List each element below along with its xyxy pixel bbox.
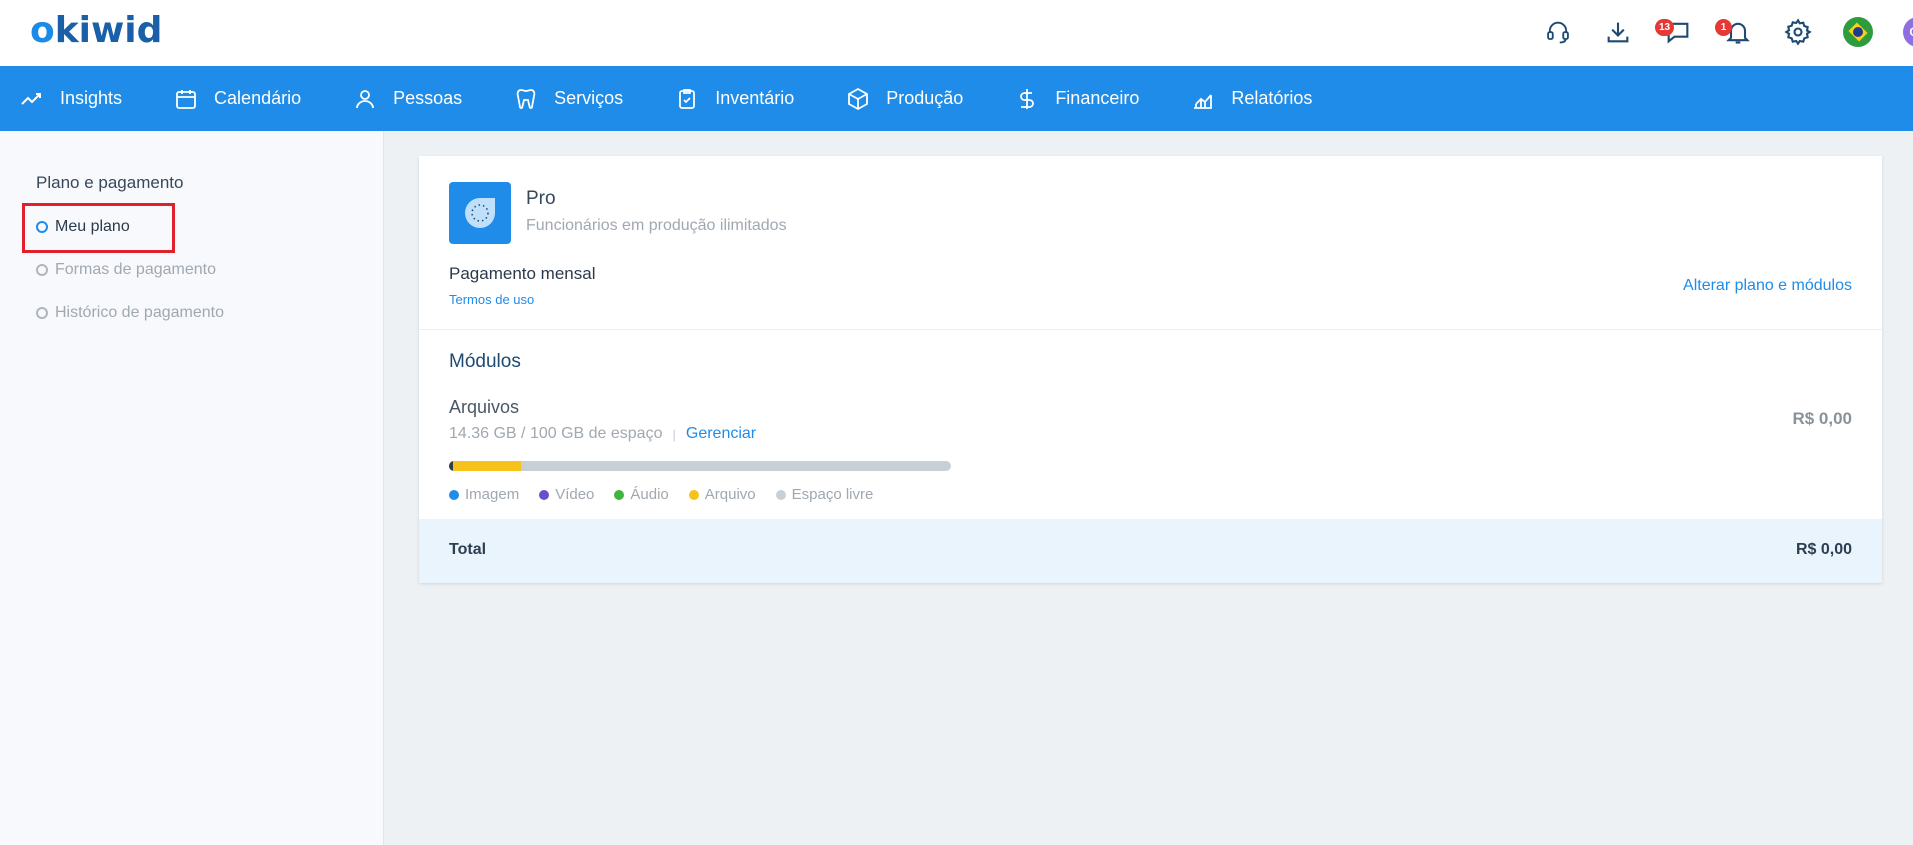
trend-icon (21, 92, 41, 105)
box-icon (848, 87, 869, 110)
nav-financeiro[interactable]: Financeiro (1015, 66, 1139, 131)
clipboard-check-icon (679, 88, 696, 109)
total-value: R$ 0,00 (1795, 541, 1852, 558)
legend-dot (539, 489, 550, 500)
highlight-box (22, 203, 175, 253)
main-nav: Insights Calendário Pessoas Serviços Inv… (0, 66, 1913, 131)
tooth-icon (516, 88, 536, 109)
sidebar-item-historico-de-pagamento[interactable]: Histórico de pagamento (36, 304, 224, 322)
brazil-flag-icon[interactable] (1838, 12, 1878, 52)
notifications-badge: 1 (1715, 19, 1732, 36)
plan-name: Pro (526, 188, 556, 209)
modules-title: Módulos (449, 351, 521, 372)
dollar-icon (1020, 88, 1035, 109)
module-name: Arquivos (449, 397, 520, 417)
legend-dot (449, 489, 459, 500)
storage-progress-bar (449, 461, 951, 471)
legend-item-arquivo: Arquivo (688, 486, 756, 503)
top-bar: okiwid 13 1 GS (0, 0, 1913, 66)
module-usage: 14.36 GB / 100 GB de espaço (449, 425, 663, 442)
legend-item-video: Vídeo (539, 486, 594, 503)
legend-dot (614, 489, 625, 500)
manage-link[interactable]: Gerenciar (686, 425, 756, 443)
radio-dot-icon (36, 307, 48, 319)
legend-dot (688, 489, 699, 500)
kiwid-logo[interactable]: okiwid (30, 13, 162, 49)
billing-label: Pagamento mensal (449, 264, 596, 283)
legend-item-audio: Áudio (614, 486, 669, 503)
legend-item-espaco-livre: Espaço livre (775, 486, 873, 503)
legend-item-imagem: Imagem (449, 486, 519, 503)
plan-icon (449, 182, 511, 244)
messages-badge: 13 (1655, 19, 1675, 36)
nav-relatorios[interactable]: Relatórios (1191, 66, 1312, 131)
storage-progress-fill (449, 461, 522, 471)
plan-description: Funcionários em produção ilimitados (526, 217, 787, 234)
plan-card: Pro Funcionários em produção ilimitados … (419, 156, 1882, 583)
gear-icon[interactable] (1778, 12, 1818, 52)
calendar-icon (176, 89, 196, 109)
nav-pessoas[interactable]: Pessoas (353, 66, 462, 131)
sidebar-item-formas-de-pagamento[interactable]: Formas de pagamento (36, 261, 216, 279)
nav-inventario[interactable]: Inventário (675, 66, 794, 131)
nav-producao[interactable]: Produção (846, 66, 963, 131)
user-avatar[interactable]: GS (1898, 12, 1913, 52)
headset-icon[interactable] (1538, 12, 1578, 52)
nav-servicos[interactable]: Serviços (514, 66, 623, 131)
legend-dot (775, 489, 786, 500)
storage-progress-edge (449, 461, 453, 471)
person-icon (356, 89, 375, 108)
terms-link[interactable]: Termos de uso (449, 292, 534, 307)
module-usage-info: 14.36 GB / 100 GB de espaço | Gerenciar (449, 425, 756, 443)
nav-calendario[interactable]: Calendário (174, 66, 301, 131)
sidebar-title: Plano e pagamento (36, 173, 184, 192)
chart-icon (1194, 93, 1213, 109)
storage-legend: Imagem Vídeo Áudio Arquivo Espaço livre (449, 486, 893, 503)
separator: | (672, 426, 676, 442)
download-icon[interactable] (1598, 12, 1638, 52)
divider (419, 329, 1882, 330)
module-price: R$ 0,00 (1792, 409, 1852, 428)
nav-insights[interactable]: Insights (20, 66, 122, 131)
change-plan-link[interactable]: Alterar plano e módulos (1683, 277, 1852, 295)
total-label: Total (449, 541, 487, 558)
total-row: Total R$ 0,00 (419, 519, 1882, 583)
radio-dot-icon (36, 264, 48, 276)
